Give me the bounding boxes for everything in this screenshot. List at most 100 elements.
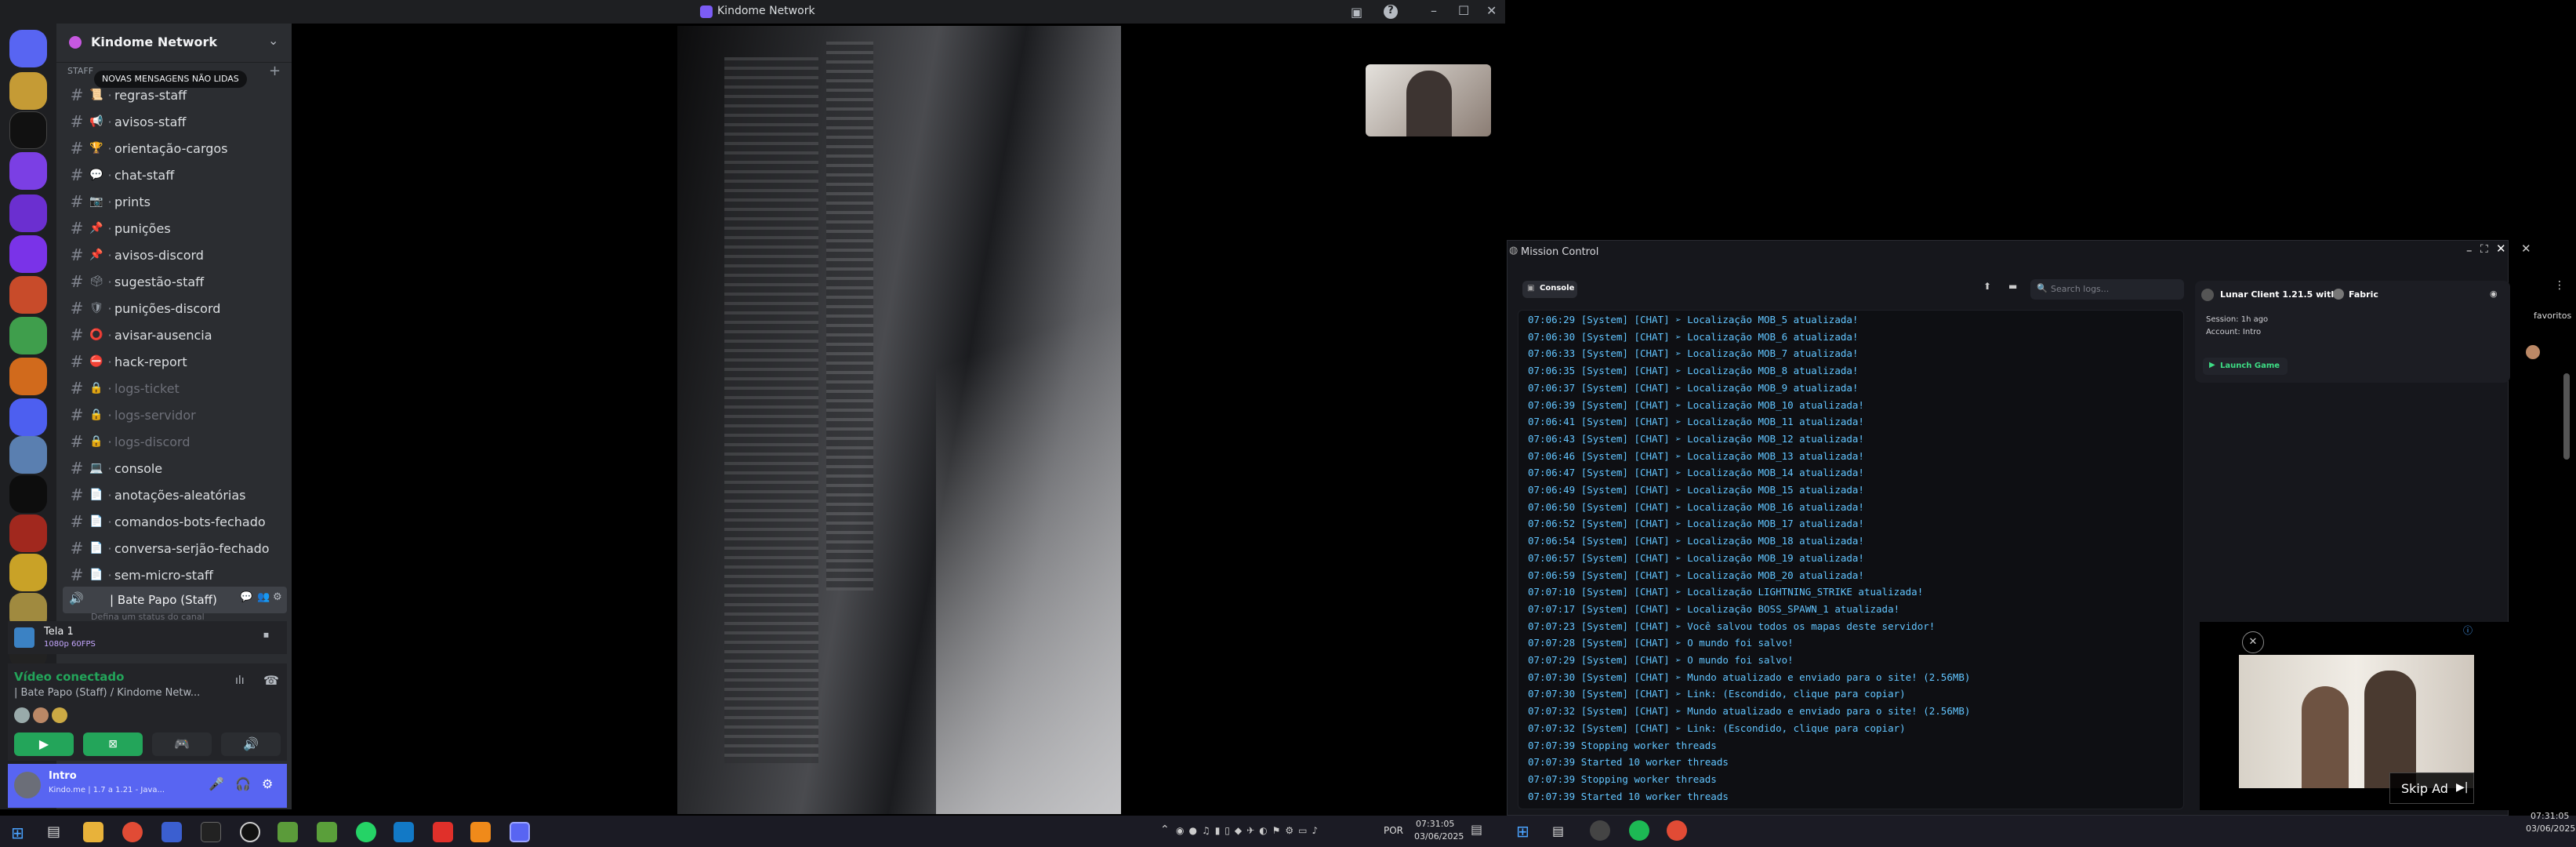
app-icon[interactable] <box>470 822 491 842</box>
sidebar-item-channel[interactable]: # 📄 · conversa-serjão-fechado <box>66 536 282 560</box>
task-view-icon[interactable]: ▤ <box>1552 823 1564 838</box>
clock-date[interactable]: 03/06/2025 <box>2526 823 2575 834</box>
server-icon[interactable] <box>9 235 47 273</box>
task-view-icon[interactable]: ▤ <box>47 823 60 840</box>
close-button[interactable]: ✕ <box>2496 242 2506 256</box>
app-icon[interactable] <box>433 822 453 842</box>
sidebar-item-channel[interactable]: # 🗳 · sugestão-staff <box>66 270 282 293</box>
app-icon[interactable] <box>240 822 260 842</box>
category-label[interactable]: STAFF <box>67 66 93 76</box>
chrome-icon[interactable] <box>122 822 143 842</box>
launch-game-button[interactable]: ▶ Launch Game <box>2203 358 2288 375</box>
stop-stream-icon[interactable]: ⏹ <box>263 629 269 642</box>
clock-time[interactable]: 07:31:05 <box>2531 811 2569 821</box>
close-icon[interactable]: ✕ <box>2521 242 2531 256</box>
sidebar-item-channel[interactable]: # 🔒 · logs-servidor <box>66 403 282 427</box>
user-status[interactable]: Kindo.me | 1.7 a 1.21 - Java... <box>49 786 198 794</box>
scrollbar[interactable] <box>2563 373 2570 460</box>
sidebar-item-channel[interactable]: # 📄 · anotações-aleatórias <box>66 483 282 507</box>
server-icon[interactable] <box>9 475 47 513</box>
help-icon[interactable]: ? <box>1384 5 1398 19</box>
sidebar-item-channel[interactable]: # 💻 · console <box>66 456 282 480</box>
participant-avatar[interactable] <box>52 707 67 723</box>
participant-avatar[interactable] <box>14 707 30 723</box>
sidebar-item-channel[interactable]: # ⭕ · avisar-ausencia <box>66 323 282 347</box>
upload-icon[interactable]: ⬆ <box>1983 281 1991 292</box>
avatar[interactable] <box>14 772 41 798</box>
minimize-button[interactable]: – <box>1431 3 1437 18</box>
windows-start-icon[interactable]: ⊞ <box>11 823 24 842</box>
maximize-button[interactable]: ☐ <box>1458 3 1469 18</box>
camera-button[interactable]: ▶ <box>14 732 74 756</box>
gear-icon[interactable]: ⚙ <box>273 591 282 603</box>
server-icon[interactable] <box>9 436 47 474</box>
windows-start-icon[interactable]: ⊞ <box>1516 822 1529 841</box>
sidebar-item-channel[interactable]: # 💬 · chat-staff <box>66 163 282 187</box>
notification-icon[interactable]: ▤ <box>1471 822 1482 837</box>
screen-share-button[interactable]: ⊠ <box>83 732 143 756</box>
camera-pip[interactable] <box>1366 64 1491 136</box>
ad-video[interactable] <box>2239 655 2474 788</box>
sidebar-item-channel[interactable]: # 📄 · sem-micro-staff <box>66 563 282 587</box>
server-icon[interactable] <box>9 317 47 354</box>
soundboard-button[interactable]: 🔊 <box>221 732 281 756</box>
sidebar-item-channel[interactable]: # ⛔ · hack-report <box>66 350 282 373</box>
activities-button[interactable]: 🎮 <box>152 732 212 756</box>
sidebar-item-channel[interactable]: # 📷 · prints <box>66 190 282 213</box>
server-icon-kindome[interactable] <box>9 152 47 190</box>
settings-icon[interactable]: ◉ <box>2490 289 2498 299</box>
inbox-icon[interactable]: ▣ <box>1351 5 1362 20</box>
dm-home-icon[interactable] <box>9 30 47 67</box>
avatar[interactable] <box>2526 345 2540 359</box>
minecraft-icon[interactable] <box>317 822 337 842</box>
server-header[interactable]: Kindome Network ⌄ <box>56 24 292 63</box>
info-icon[interactable]: ⓘ <box>2463 623 2473 637</box>
search-input[interactable]: 🔍 Search logs... <box>2030 279 2184 300</box>
microphone-icon[interactable]: 🎤 <box>209 776 224 791</box>
chrome-icon[interactable] <box>1667 820 1687 841</box>
clock-date[interactable]: 03/06/2025 <box>1414 831 1464 842</box>
sidebar-item-channel[interactable]: # 📌 · avisos-discord <box>66 243 282 267</box>
folder-icon[interactable]: ▬ <box>2008 281 2017 292</box>
console-log[interactable]: 07:06:29 [System] [CHAT] ➢ Localização M… <box>1518 310 2184 809</box>
headphones-icon[interactable]: 🎧 <box>235 776 251 791</box>
clock-time[interactable]: 07:31:05 <box>1416 819 1454 829</box>
sidebar-item-channel[interactable]: # 📜 · regras-staff <box>66 83 282 107</box>
chat-icon[interactable]: 💬 <box>240 591 252 603</box>
language-indicator[interactable]: POR <box>1384 825 1403 836</box>
server-icon[interactable] <box>9 276 47 314</box>
participant-avatar[interactable] <box>33 707 49 723</box>
more-options-icon[interactable]: ⋮ <box>2554 279 2565 292</box>
sidebar-item-channel[interactable]: # 📢 · avisos-staff <box>66 110 282 133</box>
close-button[interactable]: ✕ <box>1486 3 1497 18</box>
maximize-button[interactable]: ⛶ <box>2480 243 2488 256</box>
app-icon[interactable] <box>1590 820 1610 841</box>
disconnect-icon[interactable]: ☎ <box>263 673 279 688</box>
tab-console[interactable]: Console ▣ <box>1522 281 1577 298</box>
mute-icon[interactable]: ✕ <box>2242 631 2264 653</box>
add-channel-icon[interactable]: + <box>269 63 281 79</box>
server-icon[interactable] <box>9 358 47 395</box>
server-icon[interactable] <box>9 514 47 552</box>
ad-panel[interactable]: ✕ ⓘ Skip Ad ▶| <box>2200 622 2513 810</box>
sidebar-item-channel[interactable]: # 🏆 · orientação-cargos <box>66 136 282 160</box>
server-icon[interactable] <box>9 72 47 110</box>
file-explorer-icon[interactable] <box>83 822 103 842</box>
stream-video[interactable] <box>677 26 1121 814</box>
signal-icon[interactable]: ılı <box>235 674 245 687</box>
folder-icon[interactable] <box>9 398 47 436</box>
server-icon[interactable] <box>9 554 47 591</box>
terminal-icon[interactable] <box>201 822 221 842</box>
voice-channel-row[interactable]: 🔊 | Bate Papo (Staff) 💬 👥 ⚙ <box>63 587 287 613</box>
minimize-button[interactable]: – <box>2466 243 2473 257</box>
server-icon[interactable] <box>9 194 47 232</box>
app-icon[interactable] <box>394 822 414 842</box>
sidebar-item-channel[interactable]: # 📌 · punições <box>66 216 282 240</box>
sidebar-item-channel[interactable]: # 📄 · comandos-bots-fechado <box>66 510 282 533</box>
sidebar-item-channel[interactable]: # 🛡 · punições-discord <box>66 296 282 320</box>
invite-icon[interactable]: 👥 <box>257 591 270 603</box>
skip-ad-button[interactable]: Skip Ad ▶| <box>2389 772 2474 804</box>
tray-icons[interactable]: ◉●♫▮▯◆✈◐⚑⚙▭♪ <box>1176 825 1322 836</box>
sidebar-item-channel[interactable]: # 🔒 · logs-discord <box>66 430 282 453</box>
sidebar-item-channel[interactable]: # 🔒 · logs-ticket <box>66 376 282 400</box>
